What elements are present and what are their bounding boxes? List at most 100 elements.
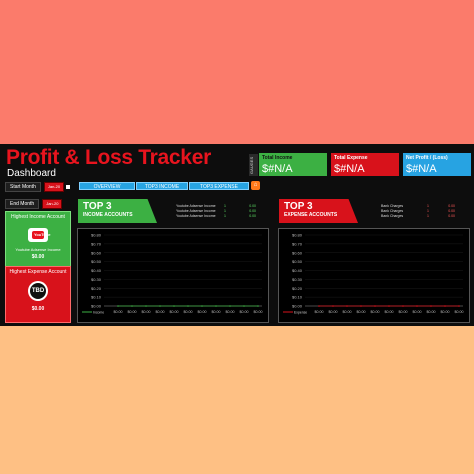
expense-chart: $0.80 $0.70 $0.60 $0.50 $0.40 $0.30 $0.20 $0.10…: [278, 228, 470, 323]
page-title: Profit & Loss Tracker: [6, 146, 211, 169]
x-tick-label: $0.00: [156, 310, 165, 314]
tab-top3-income[interactable]: TOP3 INCOME: [136, 182, 188, 190]
x-tick-label: $0.00: [329, 310, 338, 314]
data-point: [201, 305, 203, 307]
data-point: [117, 305, 119, 307]
top3-expense-header: TOP 3 EXPENSE ACCOUNTS: [279, 199, 358, 223]
x-tick-label: $0.00: [385, 310, 394, 314]
legend-label: Expense: [294, 310, 307, 314]
data-point: [430, 305, 432, 307]
y-tick-label: $0.60: [91, 250, 102, 255]
account-name: Bank Charges: [381, 214, 404, 218]
x-tick-label: $0.00: [254, 310, 263, 314]
kpi-label: Total Income: [262, 155, 293, 161]
top3-expense-title: TOP 3: [284, 201, 313, 212]
y-tick-label: $0.70: [292, 241, 303, 246]
start-month-label: Start Month: [5, 182, 41, 192]
total-income-kpi: Total Income $#N/A: [259, 153, 327, 176]
kpi-value: $#N/A: [334, 163, 365, 175]
y-tick-label: $0.50: [292, 259, 303, 264]
legend-label: Income: [93, 310, 104, 314]
x-tick-label: $0.00: [198, 310, 207, 314]
top3-income-list: Youtube Adsense Income 1 0.00 Youtube Ad…: [176, 204, 256, 219]
x-tick-label: $0.00: [441, 310, 450, 314]
highest-income-card: Highest Income Account YouTube Youtube A…: [5, 211, 71, 269]
tab-overview[interactable]: OVERVIEW: [79, 182, 135, 190]
data-point: [458, 305, 460, 307]
x-tick-label: $0.00: [413, 310, 422, 314]
expense-chart-svg: $0.80 $0.70 $0.60 $0.50 $0.40 $0.30 $0.20 $0.10…: [283, 233, 464, 314]
x-tick-label: $0.00: [343, 310, 352, 314]
y-tick-label: $0.60: [292, 250, 303, 255]
list-item: Youtube Adsense Income 1 0.00: [176, 214, 256, 219]
total-expense-kpi: Total Expense $#N/A: [331, 153, 399, 176]
x-tick-label: $0.00: [357, 310, 366, 314]
x-tick-label: $0.00: [455, 310, 464, 314]
data-point: [332, 305, 334, 307]
highest-income-account: Youtube Adsense Income: [15, 247, 61, 252]
data-point: [346, 305, 348, 307]
list-item: Bank Charges 1 0.00: [381, 214, 455, 219]
end-month-row: End Month Jan-20: [5, 199, 63, 209]
account-amount: 0.00: [249, 214, 256, 218]
x-tick-label: $0.00: [371, 310, 380, 314]
data-point: [173, 305, 175, 307]
highest-expense-heading: Highest Expense Account: [9, 269, 67, 275]
x-tick-label: $0.00: [240, 310, 249, 314]
account-amount: 0.00: [448, 214, 455, 218]
end-month-input[interactable]: Jan-20: [42, 199, 63, 209]
youtube-logo-text: YouTube: [34, 232, 51, 237]
data-point: [215, 305, 217, 307]
y-tick-label: $0.00: [91, 304, 102, 309]
y-tick-label: $0.50: [91, 259, 102, 264]
y-tick-label: $0.80: [292, 233, 303, 238]
data-point: [360, 305, 362, 307]
account-count: 1: [427, 214, 429, 218]
page-subtitle: Dashboard: [7, 168, 56, 179]
start-month-input[interactable]: Jan-20: [43, 182, 65, 192]
data-point: [145, 305, 147, 307]
tbd-badge-icon: TBD: [28, 281, 48, 301]
x-tick-label: $0.00: [114, 310, 123, 314]
tab-top3-expense[interactable]: TOP3 EXPENSE: [189, 182, 249, 190]
start-month-row: Start Month Jan-20: [5, 182, 71, 192]
data-point: [229, 305, 231, 307]
x-tick-label: $0.00: [399, 310, 408, 314]
highest-expense-value: $0.00: [31, 306, 45, 312]
kpi-value: $#N/A: [406, 163, 437, 175]
data-point: [318, 305, 320, 307]
top3-expense-list: Bank Charges 1 0.00 Bank Charges 1 0.00 …: [381, 204, 455, 219]
data-point: [131, 305, 133, 307]
y-tick-label: $0.20: [292, 286, 303, 291]
data-point: [402, 305, 404, 307]
background-bottom: [0, 326, 474, 474]
account-count: 1: [224, 214, 226, 218]
y-tick-label: $0.00: [292, 304, 303, 309]
y-tick-label: $0.30: [91, 277, 102, 282]
x-tick-label: $0.00: [184, 310, 193, 314]
kpi-value: $#N/A: [262, 163, 293, 175]
y-tick-label: $0.10: [91, 295, 102, 300]
y-tick-label: $0.20: [91, 286, 102, 291]
top3-income-subtitle: INCOME ACCOUNTS: [83, 212, 133, 218]
kpi-label: Net Profit / (Loss): [406, 155, 448, 161]
highest-income-value: $0.00: [31, 254, 45, 260]
start-month-checkbox[interactable]: [66, 185, 71, 189]
x-tick-label: $0.00: [142, 310, 151, 314]
top3-income-title: TOP 3: [83, 201, 112, 212]
top3-income-header: TOP 3 INCOME ACCOUNTS: [78, 199, 157, 223]
tbd-badge-text: TBD: [30, 283, 46, 299]
y-tick-label: $0.40: [91, 268, 102, 273]
income-chart-svg: $0.80 $0.70 $0.60 $0.50 $0.40 $0.30 $0.20 $0.10…: [82, 233, 263, 314]
x-tick-label: $0.00: [315, 310, 324, 314]
y-tick-label: $0.30: [292, 277, 303, 282]
data-point: [257, 305, 259, 307]
data-point: [187, 305, 189, 307]
x-tick-label: $0.00: [427, 310, 436, 314]
data-point: [159, 305, 161, 307]
home-icon[interactable]: ⌂: [251, 181, 260, 190]
data-point: [243, 305, 245, 307]
x-tick-label: $0.00: [128, 310, 137, 314]
highest-income-heading: Highest Income Account: [11, 214, 65, 220]
y-tick-label: $0.70: [91, 241, 102, 246]
